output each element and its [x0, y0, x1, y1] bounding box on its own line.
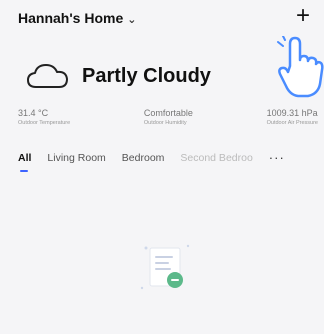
stat-value: Comfortable [143, 108, 193, 118]
home-selector[interactable]: Hannah's Home ⌄ [18, 10, 136, 26]
home-name: Hannah's Home [18, 10, 124, 26]
stat-humidity: Comfortable Outdoor Humidity [144, 108, 193, 126]
stat-label: Outdoor Air Pressure [266, 120, 318, 126]
weather-stats: 31.4 °C Outdoor Temperature Comfortable … [18, 108, 318, 126]
chevron-down-icon: ⌄ [127, 13, 137, 26]
more-icon[interactable]: ··· [269, 150, 285, 165]
tab-all[interactable]: All [18, 152, 31, 172]
stat-pressure: 1009.31 hPa Outdoor Air Pressure [267, 108, 318, 126]
stat-label: Outdoor Humidity [143, 120, 187, 126]
add-button[interactable]: + [296, 4, 310, 28]
stat-value: 31.4 °C [18, 108, 49, 118]
weather-summary: Partly Cloudy [26, 56, 211, 96]
tab-second-bedroom[interactable]: Second Bedroo [180, 152, 252, 164]
stat-temperature: 31.4 °C Outdoor Temperature [18, 108, 70, 126]
stat-value: 1009.31 hPa [266, 108, 318, 118]
weather-condition: Partly Cloudy [82, 64, 211, 87]
empty-state-illustration [138, 240, 194, 300]
room-tabs: All Living Room Bedroom Second Bedroo ··… [18, 150, 324, 172]
stat-label: Outdoor Temperature [18, 120, 71, 126]
tab-living-room[interactable]: Living Room [47, 152, 105, 164]
hand-pointer-icon [276, 35, 324, 105]
tab-bedroom[interactable]: Bedroom [122, 152, 165, 164]
header: Hannah's Home ⌄ + [0, 0, 324, 40]
cloud-icon [26, 62, 70, 90]
